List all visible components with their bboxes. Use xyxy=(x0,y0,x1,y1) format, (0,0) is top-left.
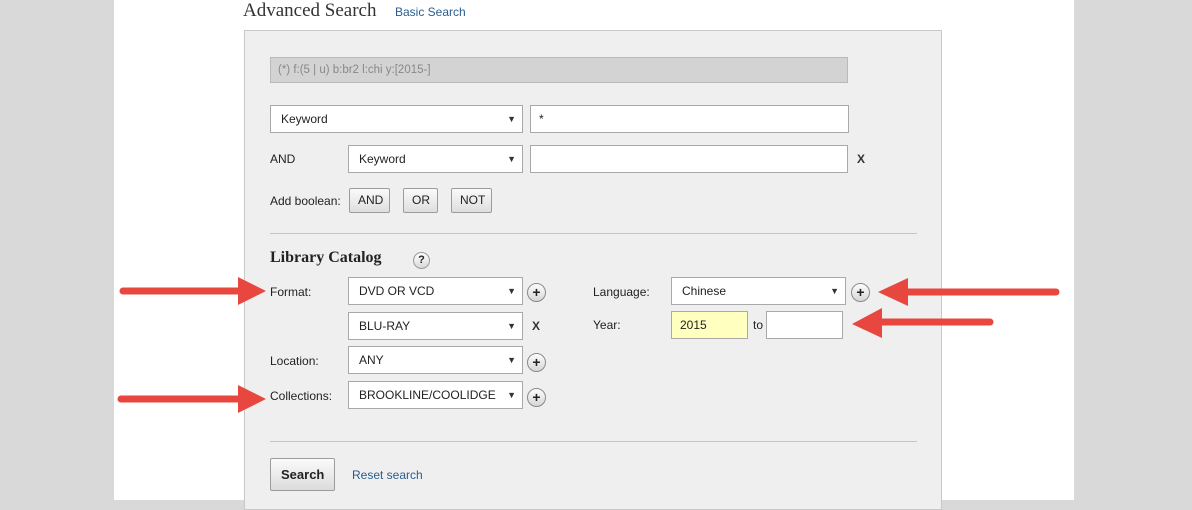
chevron-down-icon: ▼ xyxy=(507,154,516,164)
format-select-1-value: DVD OR VCD xyxy=(359,284,435,298)
year-from-input[interactable]: 2015 xyxy=(671,311,748,339)
format-select-2[interactable]: BLU-RAY ▼ xyxy=(348,312,523,340)
chevron-down-icon: ▼ xyxy=(507,355,516,365)
or-button[interactable]: OR xyxy=(403,188,438,213)
not-button[interactable]: NOT xyxy=(451,188,492,213)
format-select-2-value: BLU-RAY xyxy=(359,319,411,333)
search-button[interactable]: Search xyxy=(270,458,336,491)
language-select-value: Chinese xyxy=(682,284,727,298)
help-icon[interactable]: ? xyxy=(413,252,430,269)
conjunction-label: AND xyxy=(270,152,296,166)
search-term-input-1[interactable]: * xyxy=(530,105,849,133)
search-field-select-1-value: Keyword xyxy=(281,112,328,126)
collections-select-value: BROOKLINE/COOLIDGE xyxy=(359,388,496,402)
search-field-select-2[interactable]: Keyword ▼ xyxy=(348,145,523,173)
remove-format-button[interactable]: X xyxy=(532,319,540,333)
add-format-plus-icon[interactable]: + xyxy=(527,283,546,302)
page-title: Advanced Search xyxy=(243,0,377,21)
chevron-down-icon: ▼ xyxy=(507,321,516,331)
search-field-select-1[interactable]: Keyword ▼ xyxy=(270,105,523,133)
location-label: Location: xyxy=(270,354,319,368)
section-divider-bottom xyxy=(270,441,917,442)
basic-search-link[interactable]: Basic Search xyxy=(395,5,466,19)
location-select-value: ANY xyxy=(359,353,384,367)
add-language-plus-icon[interactable]: + xyxy=(851,283,870,302)
add-boolean-label: Add boolean: xyxy=(270,194,341,208)
collections-select[interactable]: BROOKLINE/COOLIDGE ▼ xyxy=(348,381,523,409)
chevron-down-icon: ▼ xyxy=(830,286,839,296)
chevron-down-icon: ▼ xyxy=(507,390,516,400)
format-label: Format: xyxy=(270,285,312,299)
add-location-plus-icon[interactable]: + xyxy=(527,353,546,372)
add-collection-plus-icon[interactable]: + xyxy=(527,388,546,407)
chevron-down-icon: ▼ xyxy=(507,286,516,296)
advanced-search-panel xyxy=(244,30,942,510)
library-catalog-heading: Library Catalog xyxy=(270,249,382,266)
chevron-down-icon: ▼ xyxy=(507,114,516,124)
location-select[interactable]: ANY ▼ xyxy=(348,346,523,374)
remove-row-button[interactable]: X xyxy=(857,152,865,166)
language-label: Language: xyxy=(593,285,650,299)
and-button[interactable]: AND xyxy=(349,188,390,213)
section-divider xyxy=(270,233,917,234)
year-to-label: to xyxy=(753,318,764,332)
query-expression-field: (*) f:(5 | u) b:br2 l:chi y:[2015-] xyxy=(270,57,848,83)
year-label: Year: xyxy=(593,318,621,332)
format-select-1[interactable]: DVD OR VCD ▼ xyxy=(348,277,523,305)
year-to-input[interactable] xyxy=(766,311,843,339)
search-term-input-2[interactable] xyxy=(530,145,848,173)
reset-search-link[interactable]: Reset search xyxy=(352,468,423,482)
language-select[interactable]: Chinese ▼ xyxy=(671,277,846,305)
search-field-select-2-value: Keyword xyxy=(359,152,406,166)
collections-label: Collections: xyxy=(270,389,333,403)
